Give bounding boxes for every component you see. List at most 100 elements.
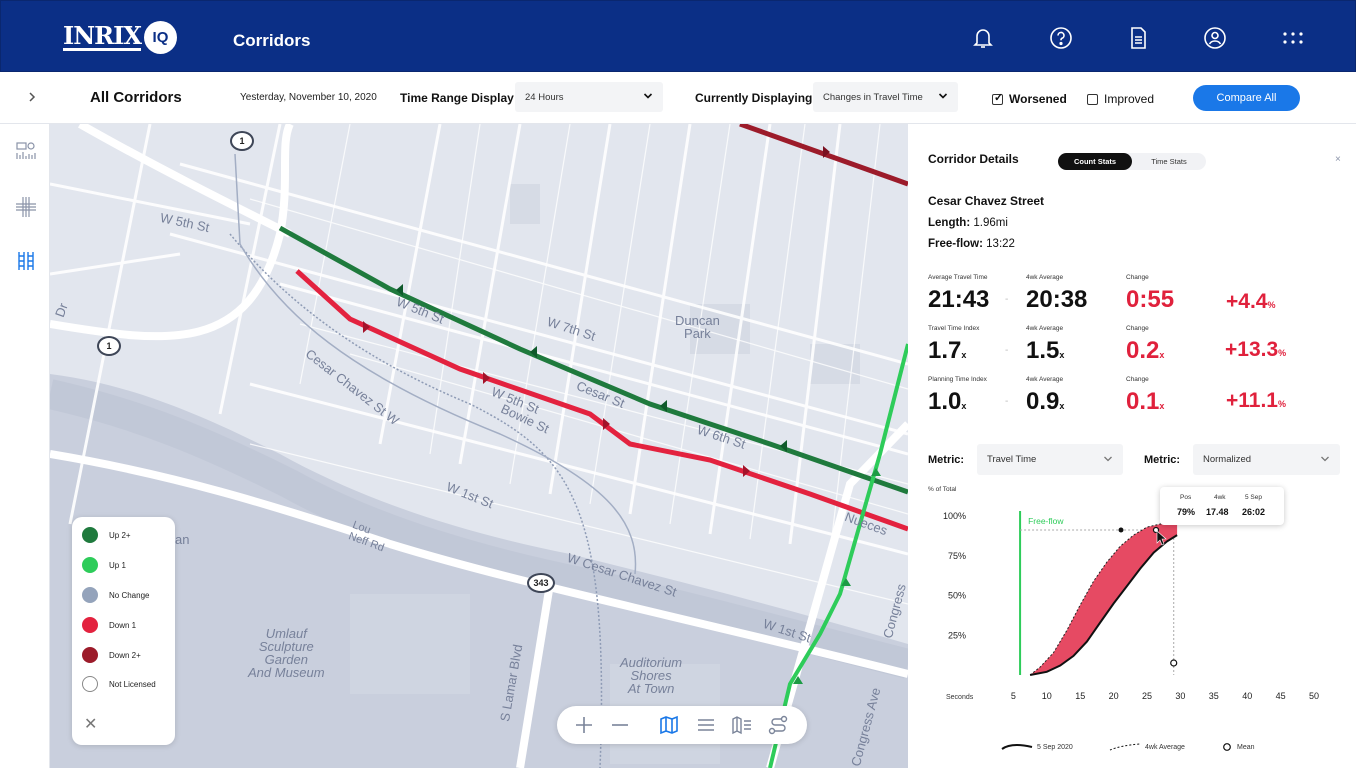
close-icon[interactable]: ✕ [84, 714, 97, 734]
logo-wordmark: INRIX [63, 21, 142, 51]
label-umlauf-garden: Umlauf Sculpture Garden And Museum [248, 626, 325, 680]
stat-change-number: 0.2 [1126, 337, 1160, 364]
dashed-line-icon [1109, 743, 1141, 751]
chart-legend-label: 4wk Average [1145, 743, 1185, 751]
account-icon[interactable] [1202, 25, 1228, 51]
dashboard-icon[interactable] [15, 140, 37, 162]
time-range-select[interactable]: 24 Hours [515, 82, 663, 112]
metric-select-secondary[interactable]: Normalized [1193, 444, 1340, 475]
corridors-icon[interactable] [15, 250, 37, 272]
legend-swatch [82, 647, 98, 663]
zoom-out-icon[interactable] [609, 714, 631, 736]
worsened-checkbox[interactable]: Worsened [992, 91, 1067, 106]
legend-label: Down 2+ [109, 650, 141, 660]
stat-number: 1.7 [928, 337, 962, 364]
stat-change-label: Change [1126, 325, 1149, 332]
tab-count-stats[interactable]: Count Stats [1058, 153, 1132, 170]
metric-value: Normalized [1203, 454, 1252, 465]
stat-label: Average Travel Time [928, 274, 988, 281]
metric-select-primary[interactable]: Travel Time [977, 444, 1123, 475]
legend-label: Up 2+ [109, 530, 131, 540]
map-legend-icon[interactable] [731, 714, 753, 736]
chart-legend-label: Mean [1237, 743, 1255, 751]
list-icon[interactable] [695, 714, 717, 736]
freeflow-label: Free-flow [1028, 516, 1064, 526]
date-display: Yesterday, November 10, 2020 [240, 92, 377, 103]
map-icon[interactable] [658, 714, 680, 736]
legend-swatch [82, 557, 98, 573]
highway-shield: 1 [230, 131, 254, 151]
stat-avg-number: 1.5 [1026, 337, 1060, 364]
separator: - [1005, 345, 1009, 356]
legend-swatch [82, 676, 98, 692]
x-axis-label: Seconds [946, 694, 974, 701]
improved-checkbox[interactable]: Improved [1087, 92, 1154, 106]
stat-percent-number: +4.4 [1226, 290, 1268, 313]
stat-change: 0.1x [1126, 388, 1164, 416]
intersection-icon[interactable] [15, 196, 37, 218]
x-tick-label: 40 [1242, 691, 1252, 701]
x-tick-label: 50 [1309, 691, 1319, 701]
x-tick-label: 15 [1075, 691, 1085, 701]
stat-avg-label: 4wk Average [1026, 376, 1064, 383]
close-icon[interactable]: × [1335, 154, 1341, 165]
map-toolbar [557, 706, 807, 744]
bell-icon[interactable] [970, 25, 996, 51]
worsened-label: Worsened [1009, 92, 1067, 106]
stat-percent: +4.4% [1226, 290, 1275, 314]
x-tick-label: 45 [1276, 691, 1286, 701]
route-icon[interactable] [767, 714, 789, 736]
map-legend: Up 2+ Up 1 No Change Down 1 Down 2+ Not … [72, 517, 175, 745]
stat-change: 0.2x [1126, 337, 1164, 365]
mean-marker [1170, 659, 1178, 667]
x-tick-label: 35 [1209, 691, 1219, 701]
stat-value: 1.0x [928, 388, 966, 416]
unit-suffix: x [1059, 401, 1065, 411]
solid-line-icon [1001, 743, 1033, 750]
metric-value: Travel Time [987, 454, 1037, 465]
legend-item: Down 2+ [82, 647, 141, 663]
help-icon[interactable] [1048, 25, 1074, 51]
chart-legend-item: Mean [1222, 742, 1255, 752]
chart-legend-item: 5 Sep 2020 [1001, 742, 1073, 752]
legend-item: No Change [82, 587, 149, 603]
expand-sidebar-chevron-icon[interactable] [22, 87, 42, 107]
apps-grid-icon[interactable] [1280, 25, 1306, 51]
map-canvas[interactable]: W 5th St W 5th St W 7th St Duncan Park C… [50, 124, 908, 768]
inrix-logo[interactable]: INRIX IQ [63, 21, 177, 54]
y-tick-label: 75% [948, 551, 966, 561]
displaying-select[interactable]: Changes in Travel Time [813, 82, 958, 112]
stat-avg: 20:38 [1026, 286, 1087, 314]
length-value: 1.96mi [973, 217, 1008, 229]
top-app-bar: INRIX IQ Corridors [0, 0, 1356, 72]
x-tick-label: 10 [1042, 691, 1052, 701]
length-label: Length: [928, 217, 971, 229]
x-tick-label: 5 [1011, 691, 1016, 701]
page-title: All Corridors [90, 89, 182, 106]
unit-suffix: x [961, 350, 967, 360]
time-range-value: 24 Hours [525, 92, 564, 103]
y-tick-label: 100% [943, 511, 966, 521]
length-row: Length: 1.96mi [928, 217, 1008, 229]
time-range-label: Time Range Display [400, 91, 514, 105]
legend-item: Down 1 [82, 617, 136, 633]
tab-time-stats[interactable]: Time Stats [1132, 153, 1206, 170]
stat-avg-label: 4wk Average [1026, 274, 1064, 281]
chevron-down-icon [938, 93, 948, 99]
app-title: Corridors [233, 31, 311, 50]
improved-label: Improved [1104, 92, 1155, 106]
metric-label: Metric: [928, 454, 965, 466]
stat-number: 1.0 [928, 388, 962, 415]
chevron-down-icon [643, 93, 653, 99]
stat-avg-number: 20:38 [1026, 286, 1088, 313]
chart-tooltip: Pos 4wk 5 Sep 79% 17.48 26:02 [1160, 487, 1284, 525]
stat-percent-number: +13.3 [1225, 338, 1279, 361]
document-icon[interactable] [1125, 25, 1151, 51]
travel-time-distribution-chart[interactable]: % of Total 25% 50% 75% 100% Seconds 5 10 15 20 25 3… [908, 479, 1356, 754]
filter-bar: All Corridors Yesterday, November 10, 20… [0, 72, 1356, 124]
stat-change-label: Change [1126, 376, 1149, 383]
zoom-in-icon[interactable] [573, 714, 595, 736]
compare-all-button[interactable]: Compare All [1193, 85, 1300, 111]
x-tick-label: 30 [1175, 691, 1185, 701]
stat-number: 21:43 [928, 286, 990, 313]
